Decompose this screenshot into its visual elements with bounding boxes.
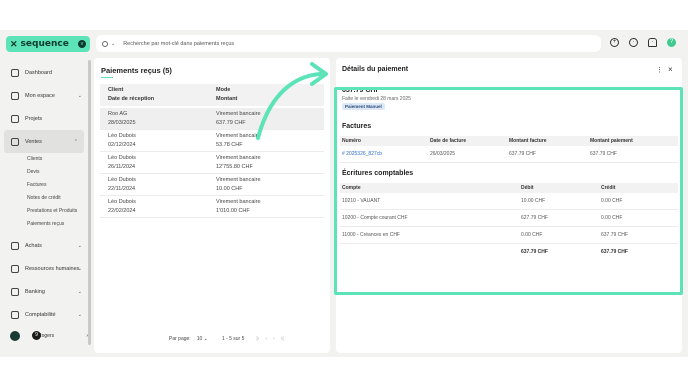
search-bar[interactable]: ⌄ Recherche par mot-clé dans paiements r… — [96, 35, 601, 52]
chevron-right-icon: › — [86, 333, 88, 339]
sidebar-item-dashboard[interactable]: Dashboard — [0, 61, 88, 84]
more-options-icon[interactable]: ⋮ — [656, 66, 663, 74]
sidebar-item-label: Ventes — [25, 138, 42, 145]
submenu-paiements-recus[interactable]: Paiements reçus — [0, 218, 88, 231]
bank-icon — [11, 287, 19, 296]
table-row[interactable]: Léo Dubois 22/11/2024 Virement bancaire 10… — [100, 174, 324, 196]
table-row[interactable]: Léo Dubois 22/02/2024 Virement bancaire 1'… — [100, 196, 324, 218]
col-client[interactable]: Client — [108, 87, 123, 93]
details-title: Détails du paiement — [342, 66, 409, 73]
per-page-select[interactable]: 10 ⌄ — [197, 336, 208, 342]
top-actions: + · · ? — [610, 38, 676, 47]
per-page-label: Par page: — [169, 336, 191, 342]
submenu-factures[interactable]: Factures — [0, 179, 88, 192]
sidebar-item-mon-espace[interactable]: Mon espace ⌄ — [0, 84, 88, 107]
chevron-down-icon: ⌄ — [77, 311, 82, 318]
sidebar-item-label: Mon espace — [25, 92, 55, 99]
submenu-notes-credit[interactable]: Notes de crédit — [0, 192, 88, 205]
sidebar-item-label: Dashboard — [25, 69, 52, 76]
sidebar-item-label: Comptabilité — [25, 311, 56, 318]
last-page-icon[interactable]: ›| — [281, 336, 284, 342]
clock-icon[interactable]: · — [629, 38, 638, 47]
chevron-up-icon: ⌃ — [73, 138, 78, 145]
sidebar-item-projets[interactable]: Projets — [0, 107, 88, 130]
user-menu[interactable]: 9 Rogers › — [10, 329, 88, 343]
table-row[interactable]: Léo Dubois 26/11/2024 Virement bancaire 12… — [100, 152, 324, 174]
sidebar-item-label: Projets — [25, 115, 43, 122]
app-window: ✕ sequence v Dashboard Mon espace ⌄ Proje… — [0, 30, 688, 357]
col-mode[interactable]: Mode — [216, 87, 230, 93]
highlight-frame — [334, 87, 683, 295]
ventes-icon — [11, 137, 19, 146]
brand-logo[interactable]: ✕ sequence v — [6, 36, 90, 52]
next-page-icon[interactable]: › — [273, 336, 275, 342]
user-icon — [11, 91, 19, 100]
page-range: 1 - 5 sur 5 — [221, 336, 245, 342]
first-page-icon[interactable]: |‹ — [256, 336, 259, 342]
sidebar-item-comptabilite[interactable]: Comptabilité ⌄ — [0, 303, 88, 326]
sidebar-scrollbar[interactable] — [88, 60, 91, 345]
submenu-prestations[interactable]: Prestations et Produits — [0, 205, 88, 218]
sidebar-item-label: Achats — [25, 242, 42, 249]
help-icon[interactable]: ? — [667, 38, 676, 47]
add-icon[interactable]: + — [610, 38, 619, 47]
chevron-down-icon: ⌄ — [77, 265, 82, 272]
chevron-down-icon: ⌄ — [77, 92, 82, 99]
pointer-arrow-icon — [256, 62, 328, 140]
sidebar-item-ventes[interactable]: Ventes ⌃ — [4, 130, 84, 153]
search-icon — [102, 40, 108, 47]
col-date[interactable]: Date de réception — [108, 96, 154, 102]
submenu-clients[interactable]: Clients — [0, 153, 88, 166]
chevron-down-icon: ⌄ — [77, 288, 82, 295]
logo-icon: ✕ — [10, 38, 18, 49]
workspace-switch-icon[interactable]: v — [78, 40, 86, 48]
bag-icon — [11, 241, 19, 250]
avatar — [10, 331, 20, 341]
notification-count-badge: 9 — [32, 331, 41, 340]
brand-name: sequence — [20, 39, 69, 49]
sidebar-item-banking[interactable]: Banking ⌄ — [0, 280, 88, 303]
sidebar-item-label: Banking — [25, 288, 45, 295]
sidebar-item-rh[interactable]: Ressources humaines ⌄ — [0, 257, 88, 280]
chevron-down-icon: ⌄ — [77, 242, 82, 249]
close-icon[interactable]: × — [668, 65, 673, 74]
sidebar: ✕ sequence v Dashboard Mon espace ⌄ Proje… — [0, 30, 93, 357]
submenu-devis[interactable]: Devis — [0, 166, 88, 179]
chevron-down-icon[interactable]: ⌄ — [111, 41, 115, 47]
team-icon — [11, 264, 19, 273]
pagination: Par page: 10 ⌄ 1 - 5 sur 5 |‹ ‹ › ›| — [169, 336, 284, 342]
page-title: Paiements reçus (5) — [101, 66, 172, 75]
sidebar-nav: Dashboard Mon espace ⌄ Projets Ventes ⌃ Cl… — [0, 61, 88, 326]
ledger-icon — [11, 310, 19, 319]
col-amount[interactable]: Montant — [216, 96, 237, 102]
prev-page-icon[interactable]: ‹ — [265, 336, 267, 342]
sidebar-item-label: Ressources humaines — [25, 265, 80, 272]
sidebar-item-achats[interactable]: Achats ⌄ — [0, 234, 88, 257]
title-underline — [101, 77, 113, 78]
search-input[interactable]: Recherche par mot-clé dans paiements reç… — [123, 41, 234, 47]
bell-icon[interactable]: · — [648, 38, 657, 47]
checkbox-icon — [11, 114, 19, 123]
home-icon — [11, 68, 19, 77]
